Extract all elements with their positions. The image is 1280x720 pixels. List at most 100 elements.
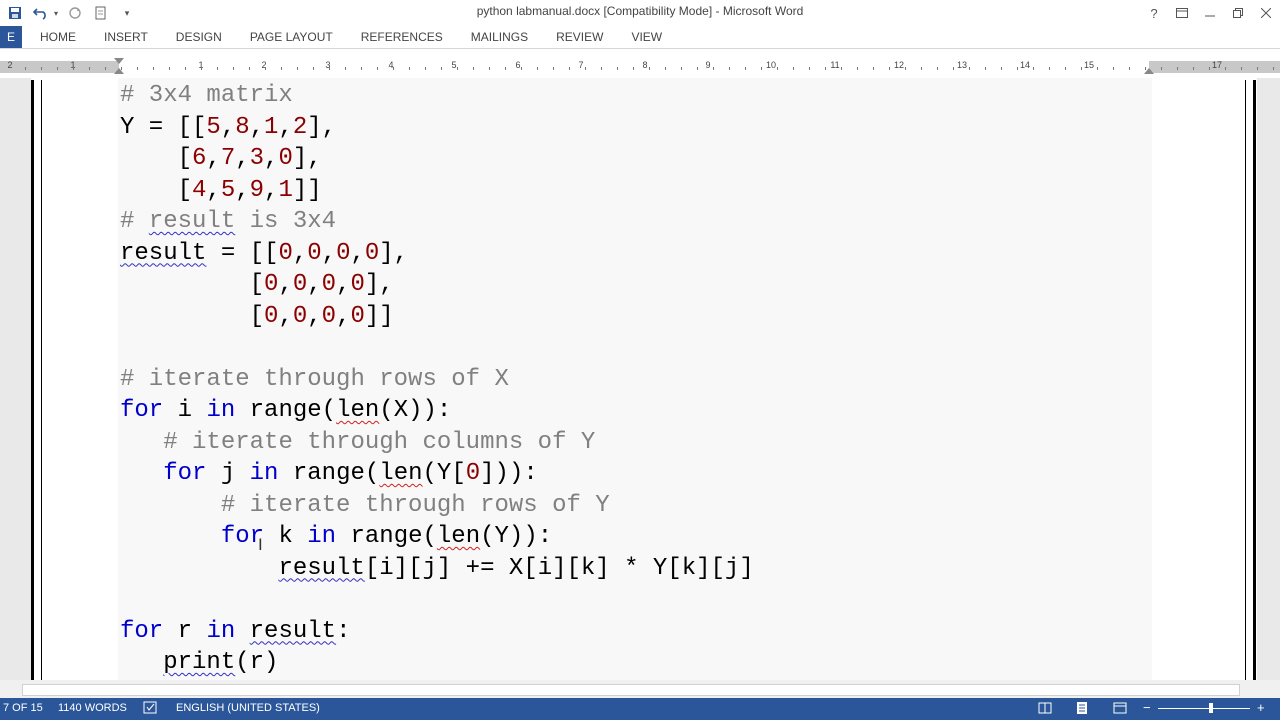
code-line[interactable]: for i in range(len(X)): [120, 395, 754, 427]
help-icon[interactable]: ? [1140, 0, 1168, 26]
code-line[interactable]: for r in result: [120, 616, 754, 648]
tab-home[interactable]: HOME [26, 26, 90, 48]
ruler-number: 7 [578, 60, 584, 70]
word-count[interactable]: 1140 WORDS [58, 702, 127, 714]
ruler-tick [937, 67, 938, 70]
ruler-tick [617, 67, 618, 70]
ruler-tick [873, 67, 874, 70]
code-line[interactable]: [0,0,0,0]] [120, 301, 754, 333]
code-line[interactable]: result[i][j] += X[i][k] * Y[k][j] [120, 553, 753, 585]
ruler-tick [1097, 67, 1098, 70]
ruler-tick [969, 67, 970, 70]
horizontal-scrollbar[interactable] [0, 680, 1280, 698]
ruler-text-area [119, 61, 1149, 73]
zoom-out-icon[interactable]: − [1143, 700, 1151, 715]
zoom-in-icon[interactable]: + [1257, 700, 1265, 715]
page-count[interactable]: 7 OF 15 [3, 702, 43, 714]
ruler-tick [489, 67, 490, 70]
tab-insert[interactable]: INSERT [90, 26, 162, 48]
first-line-indent-marker[interactable] [114, 58, 124, 64]
ribbon-display-icon[interactable] [1168, 0, 1196, 26]
code-line[interactable]: [6,7,3,0], [120, 143, 754, 175]
code-line[interactable]: # 3x4 matrix [120, 80, 754, 112]
print-layout-icon[interactable] [1075, 701, 1089, 718]
horizontal-ruler[interactable]: 2 1 1 2 3 4 5 6 7 8 9 10 11 12 13 14 15 17 [0, 58, 1280, 76]
code-line[interactable]: for k in range(len(Y)): [120, 521, 754, 553]
ruler-tick [1033, 67, 1034, 70]
ruler-tick [137, 67, 138, 70]
code-line[interactable]: [4,5,9,1]] [120, 175, 754, 207]
ruler-tick [313, 67, 314, 70]
ruler-number: 14 [1019, 60, 1031, 70]
ruler-tick [409, 67, 410, 70]
ruler-tick [57, 67, 58, 70]
tab-references[interactable]: REFERENCES [347, 26, 457, 48]
code-line[interactable]: print(r) [120, 647, 754, 679]
ruler-tick [185, 67, 186, 70]
code-block[interactable]: # 3x4 matrix Y = [[5,8,1,2], [6,7,3,0], [… [120, 80, 754, 679]
ruler-tick [569, 67, 570, 70]
zoom-slider[interactable] [1158, 708, 1250, 709]
scrollbar-thumb[interactable] [22, 684, 1240, 696]
ruler-tick [281, 67, 282, 70]
read-mode-icon[interactable] [1038, 701, 1052, 718]
code-line[interactable]: # iterate through columns of Y [120, 427, 754, 459]
hanging-indent-marker[interactable] [114, 68, 124, 74]
ruler-tick [505, 67, 506, 70]
ruler-number: 5 [451, 60, 457, 70]
ruler-tick [553, 67, 554, 70]
tab-page-layout[interactable]: PAGE LAYOUT [236, 26, 347, 48]
ruler-tick [953, 67, 954, 70]
close-icon[interactable] [1252, 0, 1280, 26]
code-line[interactable]: ​ [120, 332, 754, 364]
ruler-tick [697, 67, 698, 70]
ruler-tick [649, 67, 650, 70]
ruler-tick [889, 67, 890, 70]
ruler-tick [345, 67, 346, 70]
tab-design[interactable]: DESIGN [162, 26, 236, 48]
zoom-slider-thumb[interactable] [1209, 703, 1213, 713]
tab-review[interactable]: REVIEW [542, 26, 617, 48]
code-line[interactable]: # result is 3x4 [120, 206, 754, 238]
ruler-tick [585, 67, 586, 70]
tab-mailings[interactable]: MAILINGS [457, 26, 542, 48]
ruler-tick [729, 67, 730, 70]
ruler-tick [601, 67, 602, 70]
restore-icon[interactable] [1224, 0, 1252, 26]
code-line[interactable]: Y = [[5,8,1,2], [120, 112, 754, 144]
ruler-tick [89, 67, 90, 70]
web-layout-icon[interactable] [1113, 701, 1127, 718]
code-line[interactable]: # iterate through rows of X [120, 364, 754, 396]
minimize-icon[interactable] [1196, 0, 1224, 26]
code-line[interactable]: [0,0,0,0], [120, 269, 754, 301]
tab-view[interactable]: VIEW [617, 26, 676, 48]
ruler-tick [73, 67, 74, 70]
code-line[interactable]: for j in range(len(Y[0])): [120, 458, 754, 490]
ruler-tick [841, 67, 842, 70]
ruler-tick [249, 67, 250, 70]
ruler-tick [361, 67, 362, 70]
ruler-tick [521, 67, 522, 70]
ruler-number: 10 [765, 60, 777, 70]
ruler-tick [1209, 67, 1210, 70]
ruler-tick [713, 67, 714, 70]
tab-list: HOME INSERT DESIGN PAGE LAYOUT REFERENCES MAI… [26, 26, 676, 48]
proofing-icon[interactable] [143, 701, 159, 718]
code-line[interactable]: # iterate through rows of Y [120, 490, 754, 522]
ruler-tick [377, 67, 378, 70]
ruler-left-margin [0, 61, 119, 73]
ruler-tick [825, 67, 826, 70]
ruler-tick [441, 67, 442, 70]
ruler-tick [1241, 67, 1242, 70]
language-indicator[interactable]: ENGLISH (UNITED STATES) [176, 702, 320, 714]
ruler-tick [169, 67, 170, 70]
ruler-number: 8 [642, 60, 648, 70]
code-line[interactable]: ​ [120, 584, 754, 616]
ruler-number: 9 [705, 60, 711, 70]
ruler-tick [473, 67, 474, 70]
code-line[interactable]: result = [[0,0,0,0], [120, 238, 754, 270]
ruler-tick [1145, 67, 1146, 70]
ruler-tick [1161, 67, 1162, 70]
file-tab[interactable]: E [0, 26, 22, 48]
ruler-tick [809, 67, 810, 70]
